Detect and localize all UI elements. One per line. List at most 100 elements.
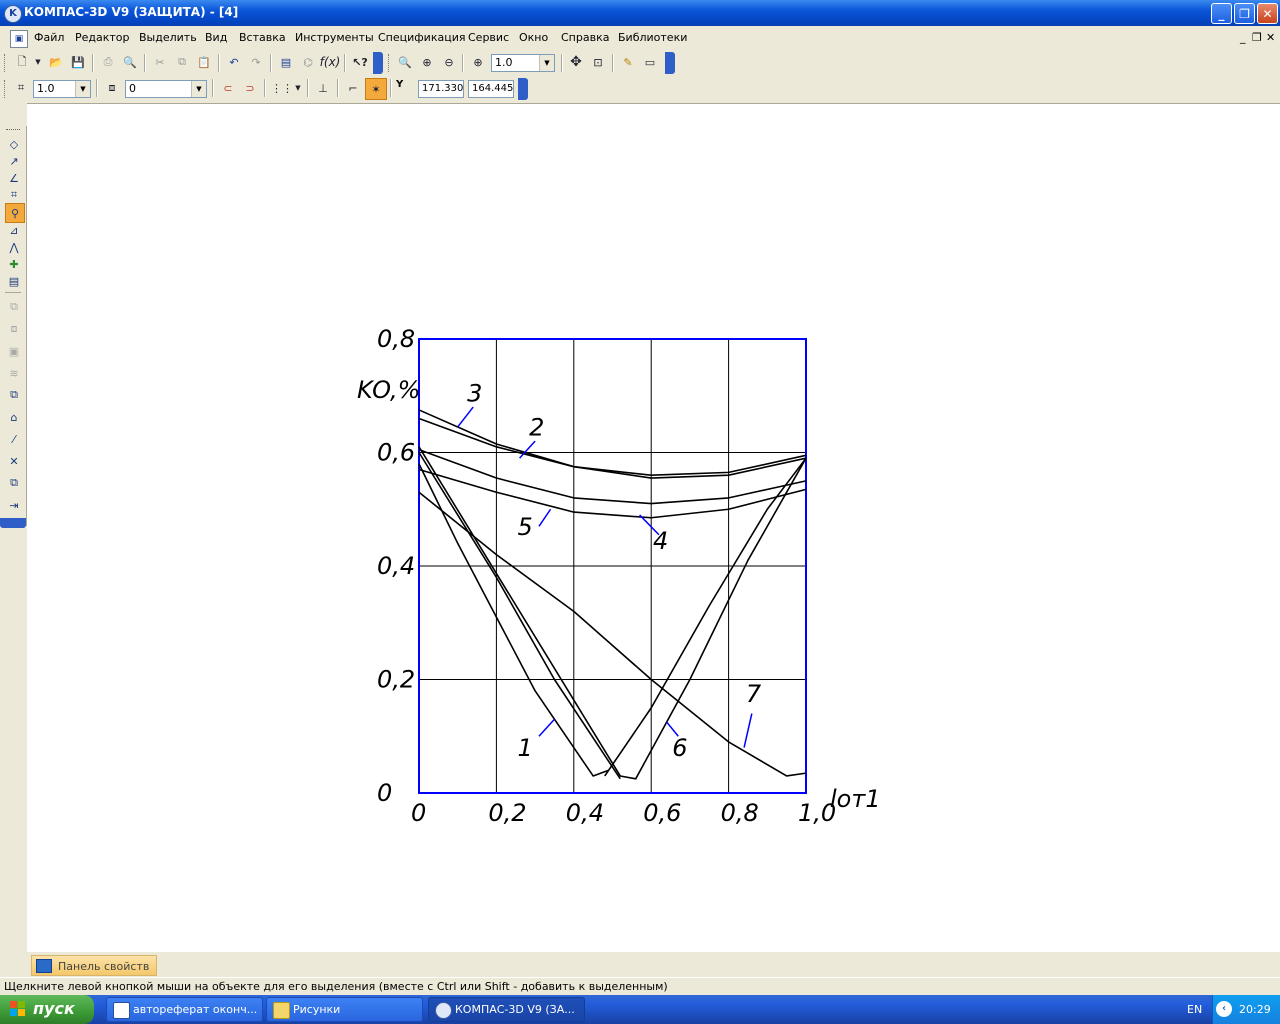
drawing-canvas[interactable]: 0 0,2 0,4 0,6 0,8 1,0 0 0,2 0,4 0,6 0,8 lот1 KO,% 1 2 3…: [27, 103, 1280, 952]
designations-icon[interactable]: ∠: [5, 169, 23, 187]
print-preview-icon[interactable]: 🔍: [120, 52, 140, 72]
zoom-in-icon[interactable]: ⊕: [417, 52, 437, 72]
split-icon[interactable]: ✕: [5, 452, 23, 470]
dimensions-icon[interactable]: ↗: [5, 152, 23, 170]
menu-select[interactable]: Выделить: [139, 31, 197, 44]
ortho-mode-icon[interactable]: ⌐: [343, 78, 363, 98]
chevron-down-icon[interactable]: ▼: [75, 81, 90, 97]
toolbar-options-icon[interactable]: [518, 78, 528, 100]
toolbar-grip[interactable]: [6, 129, 20, 130]
step-combobox[interactable]: 1.0 ▼: [33, 80, 91, 98]
menu-service[interactable]: Сервис: [468, 31, 509, 44]
grid-dropdown-icon[interactable]: ▼: [292, 78, 304, 98]
new-dropdown-icon[interactable]: ▼: [32, 52, 44, 72]
restore-button[interactable]: ❐: [1234, 3, 1255, 24]
cut-icon[interactable]: ✂: [150, 52, 170, 72]
disabled-tool-icon: ▣: [8, 344, 20, 358]
pan-icon[interactable]: ✥: [566, 52, 586, 72]
menu-edit[interactable]: Редактор: [75, 31, 130, 44]
print-icon[interactable]: ⎙: [98, 52, 118, 72]
task-button-word[interactable]: автореферат оконч...: [106, 997, 263, 1022]
separator: [344, 54, 346, 72]
layer-manage-icon[interactable]: ⌂: [5, 408, 23, 426]
menu-file[interactable]: Файл: [34, 31, 64, 44]
local-cs-icon[interactable]: ⊥: [313, 78, 333, 98]
copy-icon[interactable]: ⧉: [172, 52, 192, 72]
cursor-step-icon[interactable]: ⌗: [11, 78, 31, 98]
coord-y-field[interactable]: 164.445: [468, 80, 514, 98]
show-hidden-icons-icon[interactable]: ‹: [1216, 1001, 1232, 1017]
zoom-out-icon[interactable]: ⊖: [439, 52, 459, 72]
fragment-icon[interactable]: ⧉: [5, 386, 23, 404]
toolbar-grip[interactable]: [388, 54, 392, 72]
document-icon[interactable]: ▣: [10, 30, 28, 48]
break-line-icon[interactable]: ⁄: [5, 430, 23, 448]
mdi-restore-icon[interactable]: ❐: [1252, 31, 1262, 44]
task-button-kompas[interactable]: КОМПАС-3D V9 (ЗА...: [428, 997, 585, 1022]
separator: [92, 54, 94, 72]
menu-view[interactable]: Вид: [205, 31, 227, 44]
task-label: автореферат оконч...: [133, 1003, 258, 1016]
start-button[interactable]: пуск: [0, 995, 94, 1024]
zoom-window-icon[interactable]: 🔍: [395, 52, 415, 72]
undo-icon[interactable]: ↶: [224, 52, 244, 72]
menu-libraries[interactable]: Библиотеки: [618, 31, 687, 44]
mdi-close-icon[interactable]: ✕: [1266, 31, 1275, 44]
menu-insert[interactable]: Вставка: [239, 31, 286, 44]
redo-icon[interactable]: ↷: [246, 52, 266, 72]
help-pointer-icon[interactable]: ↖?: [350, 52, 370, 72]
zoom-scale-icon[interactable]: ⊕: [468, 52, 488, 72]
zoom-combobox[interactable]: 1.0 ▼: [491, 54, 555, 72]
toolbar-options-icon[interactable]: [373, 52, 383, 74]
curve-label: 6: [672, 734, 687, 762]
variables-fx-icon[interactable]: f(x): [320, 52, 341, 72]
compact-toolbar: ◇ ↗ ∠ ⌗ ⚲ ⊿ ⋀ ✚ ▤ ⧉ ⧈ ▣ ≋ ⧉ ⌂ ⁄ ✕ ⧉ ⇥: [0, 126, 27, 528]
coord-x-field[interactable]: 171.330: [418, 80, 464, 98]
copy-tool-icon[interactable]: ⧉: [5, 474, 23, 492]
local-snap-icon[interactable]: ⊃: [240, 78, 260, 98]
menu-help[interactable]: Справка: [561, 31, 609, 44]
geometry-icon[interactable]: ◇: [5, 135, 23, 153]
toolbar-grip[interactable]: [4, 54, 8, 72]
manager-icon[interactable]: ▤: [276, 52, 296, 72]
step-value: 1.0: [37, 82, 55, 95]
menu-tools[interactable]: Инструменты: [295, 31, 374, 44]
show-all-icon[interactable]: ⊡: [588, 52, 608, 72]
save-icon[interactable]: 💾: [68, 52, 88, 72]
snap-magnet-icon[interactable]: ⊂: [218, 78, 238, 98]
measure-icon[interactable]: ⊿: [5, 221, 23, 239]
associative-views-icon[interactable]: ✚: [5, 255, 23, 273]
language-indicator[interactable]: EN: [1187, 1003, 1202, 1016]
curve-label: 3: [467, 379, 482, 407]
spec-icon[interactable]: ▤: [5, 272, 23, 290]
chevron-down-icon[interactable]: ▼: [191, 81, 206, 97]
paste-icon[interactable]: 📋: [194, 52, 214, 72]
open-folder-icon[interactable]: 📂: [46, 52, 66, 72]
chevron-down-icon[interactable]: ▼: [539, 55, 554, 71]
regenerate-icon[interactable]: ✎: [618, 52, 638, 72]
grid-icon[interactable]: ⋮⋮: [271, 78, 293, 98]
selection-icon[interactable]: ⋀: [5, 238, 23, 256]
toolbar-options-icon[interactable]: [0, 518, 26, 528]
toolbar-grip[interactable]: [4, 80, 8, 98]
display-icon[interactable]: ▭: [640, 52, 660, 72]
minimize-button[interactable]: _: [1211, 3, 1232, 24]
library-manager-icon[interactable]: ⌬: [298, 52, 318, 72]
separator: [144, 54, 146, 72]
insert-tool-icon[interactable]: ⇥: [5, 496, 23, 514]
menu-specification[interactable]: Спецификация: [378, 31, 465, 44]
close-button[interactable]: ✕: [1257, 3, 1278, 24]
parametrization-icon[interactable]: ⚲: [5, 203, 25, 223]
task-button-folder[interactable]: Рисунки: [266, 997, 423, 1022]
properties-panel-tab[interactable]: Панель свойств: [31, 955, 157, 976]
title-bar[interactable]: K КОМПАС-3D V9 (ЗАЩИТА) - [4] _ ❐ ✕: [0, 0, 1280, 26]
new-document-icon[interactable]: 🗋: [12, 52, 32, 72]
toolbar-options-icon[interactable]: [665, 52, 675, 74]
layer-combobox[interactable]: 0 ▼: [125, 80, 207, 98]
menu-window[interactable]: Окно: [519, 31, 548, 44]
mdi-minimize-icon[interactable]: _: [1240, 31, 1246, 44]
layers-icon[interactable]: ⧈: [102, 78, 122, 98]
editing-icon[interactable]: ⌗: [5, 186, 23, 204]
snap-active-icon[interactable]: ✶: [365, 78, 387, 100]
disabled-tool-icon: ⧉: [10, 300, 18, 313]
